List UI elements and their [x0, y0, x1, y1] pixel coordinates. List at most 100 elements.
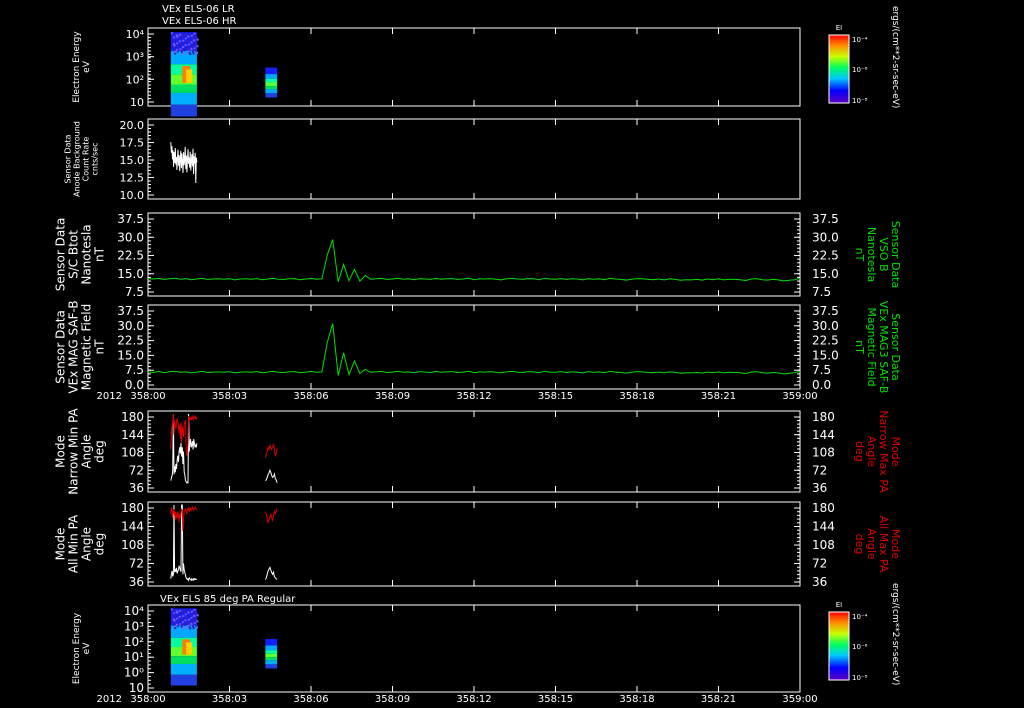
left-axis-label-els-energy-1: Electron Energy eV: [72, 31, 92, 103]
colorbar-bottom-label: EI: [836, 601, 843, 609]
spectrogram-speck: [193, 39, 196, 42]
colorbar-bottom-unit: ergs/(cm**2-sr-sec-eV): [890, 583, 900, 685]
spectrogram-band: [170, 84, 197, 93]
spectrogram-band: [170, 663, 197, 675]
header-line2: VEx ELS-06 HR: [162, 16, 237, 27]
spectrogram-band: [170, 104, 197, 117]
right-axis-label-line: nT: [853, 248, 866, 262]
time-tick-label: 358:21: [701, 391, 736, 402]
left-axis-label-line: eV: [82, 60, 92, 73]
y-tick-label-right: 36: [812, 481, 827, 495]
left-axis-label-mag-saf-b: Sensor Data VEx MAG SAF-B Magnetic Field nT: [54, 300, 107, 393]
y-tick-label-right: 15.0: [812, 267, 839, 281]
left-axis-label-line: nT: [93, 246, 107, 262]
time-tick-label: 358:21: [701, 694, 736, 705]
spectrogram-band: [265, 645, 278, 651]
y-tick-label-right: 0.0: [812, 378, 831, 392]
spectrogram-speck: [190, 48, 193, 51]
y-tick-label-right: 15.0: [812, 348, 839, 362]
time-tick-label: 358:09: [375, 391, 410, 402]
left-axis-label-line: Electron Energy: [72, 31, 82, 103]
y-tick-label: 10²: [124, 635, 144, 649]
spectrogram-speck: [179, 617, 182, 620]
time-tick-label: 358:12: [456, 694, 491, 705]
spectrogram-speck: [181, 52, 184, 55]
left-axis-label-line: Mode: [54, 528, 68, 561]
spectrogram-speck: [196, 51, 199, 54]
time-tick-label: 358:00: [130, 694, 165, 705]
spectrogram-band: [170, 92, 197, 105]
spectrogram-speck: [185, 45, 188, 48]
left-axis-label-line: Sensor Data: [54, 218, 68, 292]
spectrogram-speck: [195, 35, 198, 38]
series-line-sc-btot: [147, 239, 801, 283]
spectrogram-speck: [172, 618, 175, 621]
spectrogram-speck: [182, 33, 185, 36]
spectrogram-speck: [177, 45, 180, 48]
colorbar-top-gradient: [828, 34, 850, 104]
y-tick-label: 10: [129, 681, 144, 695]
header-line1: VEx ELS-06 LR: [162, 4, 235, 15]
y-tick-label: 10: [130, 96, 144, 109]
y-tick-label: 36: [129, 481, 144, 495]
time-tick-label: 358:06: [293, 391, 328, 402]
y-tick-label: 37.5: [117, 304, 144, 318]
right-axis-label-line: deg: [853, 441, 866, 462]
y-tick-label: 72: [129, 557, 144, 571]
spectrogram-speck: [171, 46, 174, 49]
left-axis-label-line: Nanotesla: [80, 224, 94, 284]
panel-title-els-85deg: VEx ELS 85 deg PA Regular: [160, 594, 296, 605]
spectrogram-band: [265, 89, 278, 94]
spectrogram-speck: [183, 624, 186, 627]
spectrogram-speck: [192, 619, 195, 622]
y-tick-label-right: 108: [812, 538, 835, 552]
spectrogram-speck: [174, 52, 177, 55]
panel-frame-narrow-pa: [147, 410, 801, 493]
right-axis-label-mag-saf-b: Sensor DataVEx MAG3 SAF-BMagnetic Fieldn…: [853, 301, 902, 394]
time-tick-label: 358:03: [212, 694, 247, 705]
left-axis-label-line: Count Rate: [82, 137, 91, 182]
time-tick-label: 359:00: [782, 391, 817, 402]
y-tick-label-right: 36: [812, 575, 827, 589]
spectrogram-speck: [173, 38, 176, 41]
spectrogram-band: [265, 74, 278, 79]
spectrogram-speck: [192, 626, 195, 629]
spectrogram-speck: [176, 50, 179, 53]
y-tick-label-right: 30.0: [812, 230, 839, 244]
y-tick-label: 180: [121, 501, 144, 515]
colorbar-top-unit: ergs/(cm**2-sr-sec-eV): [890, 6, 900, 108]
spectrogram-block: [265, 67, 278, 98]
spectrogram-speck: [180, 36, 183, 39]
spectrogram-speck: [173, 613, 176, 616]
left-axis-label-line: cnts/sec: [91, 143, 100, 176]
spectrogram-block: [170, 608, 199, 686]
spectrogram-band: [265, 82, 278, 87]
spectrogram-band: [265, 660, 278, 665]
spectrogram-speck: [196, 38, 199, 41]
y-tick-label: 10³: [124, 619, 144, 633]
series-line-narrow-pa: [264, 443, 278, 458]
spectrogram-band: [265, 67, 278, 75]
right-axis-label-sc-btot: Sensor DataVSO BNanoteslanT: [853, 221, 902, 288]
left-axis-label-sc-btot: Sensor Data S/C Btot Nanotesla nT: [54, 218, 107, 292]
colorbar-top-tick-1: 10⁻⁴: [852, 36, 868, 44]
spectrogram-band: [265, 657, 278, 661]
spectrogram-speck: [171, 621, 174, 624]
left-axis-label-els-85deg: Electron Energy eV: [72, 612, 92, 684]
y-tick-label: 10¹: [124, 650, 144, 664]
spectrogram-speck: [196, 45, 199, 48]
spectrogram-speck: [185, 620, 188, 623]
spectrogram-speck: [185, 52, 188, 55]
y-tick-label: 22.5: [117, 249, 144, 263]
y-tick-label: 108: [121, 446, 144, 460]
panel-frame-els-energy-1: [147, 27, 801, 107]
spectrogram-speck: [193, 614, 196, 617]
spectrogram-speck: [186, 616, 189, 619]
spectrogram-speck: [179, 41, 182, 44]
left-axis-label-narrow-pa: Mode Narrow Min PA Angle deg: [54, 407, 107, 494]
y-tick-label-right: 144: [812, 520, 835, 534]
left-axis-label-line: eV: [82, 642, 92, 655]
y-tick-label: 15.0: [120, 154, 145, 167]
spectrogram-speck: [181, 627, 184, 630]
left-axis-label-line: Angle: [80, 434, 94, 468]
